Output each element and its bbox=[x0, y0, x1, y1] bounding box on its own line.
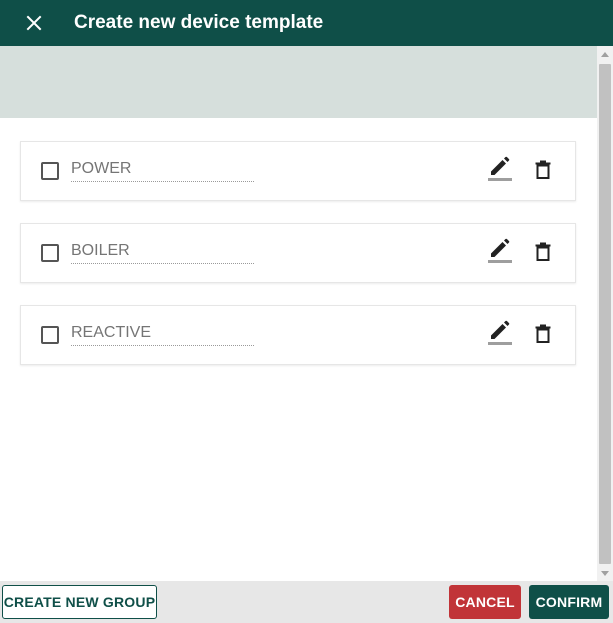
close-button[interactable] bbox=[19, 8, 49, 38]
group-card bbox=[20, 223, 576, 283]
group-checkbox[interactable] bbox=[41, 244, 59, 262]
create-new-group-button[interactable]: CREATE NEW GROUP bbox=[2, 585, 157, 619]
dialog-content bbox=[0, 46, 597, 581]
triangle-down-icon bbox=[601, 570, 609, 576]
scroll-thumb[interactable] bbox=[599, 64, 611, 564]
group-card bbox=[20, 305, 576, 365]
group-checkbox[interactable] bbox=[41, 162, 59, 180]
trash-icon bbox=[535, 324, 551, 343]
trash-icon bbox=[535, 160, 551, 179]
group-checkbox[interactable] bbox=[41, 326, 59, 344]
triangle-up-icon bbox=[601, 51, 609, 57]
edit-underline bbox=[488, 260, 512, 263]
delete-button[interactable] bbox=[533, 240, 553, 262]
cancel-button[interactable]: CANCEL bbox=[449, 585, 521, 619]
pencil-icon bbox=[491, 320, 510, 339]
delete-button[interactable] bbox=[533, 322, 553, 344]
info-banner bbox=[0, 46, 597, 118]
edit-button[interactable] bbox=[487, 156, 513, 182]
confirm-button[interactable]: CONFIRM bbox=[529, 585, 609, 619]
edit-button[interactable] bbox=[487, 320, 513, 346]
edit-underline bbox=[488, 178, 512, 181]
group-name-input[interactable] bbox=[71, 236, 254, 264]
pencil-icon bbox=[491, 238, 510, 257]
dialog-footer: CREATE NEW GROUP CANCEL CONFIRM bbox=[0, 581, 613, 623]
dialog-title: Create new device template bbox=[74, 12, 324, 33]
vertical-scrollbar[interactable] bbox=[597, 46, 613, 581]
dialog-header: Create new device template bbox=[0, 0, 613, 46]
edit-underline bbox=[488, 342, 512, 345]
close-icon bbox=[26, 15, 42, 31]
group-name-input[interactable] bbox=[71, 318, 254, 346]
group-card bbox=[20, 141, 576, 201]
scroll-down-arrow[interactable] bbox=[597, 567, 613, 579]
group-name-input[interactable] bbox=[71, 154, 254, 182]
trash-icon bbox=[535, 242, 551, 261]
pencil-icon bbox=[491, 156, 510, 175]
delete-button[interactable] bbox=[533, 158, 553, 180]
scroll-up-arrow[interactable] bbox=[597, 48, 613, 60]
edit-button[interactable] bbox=[487, 238, 513, 264]
